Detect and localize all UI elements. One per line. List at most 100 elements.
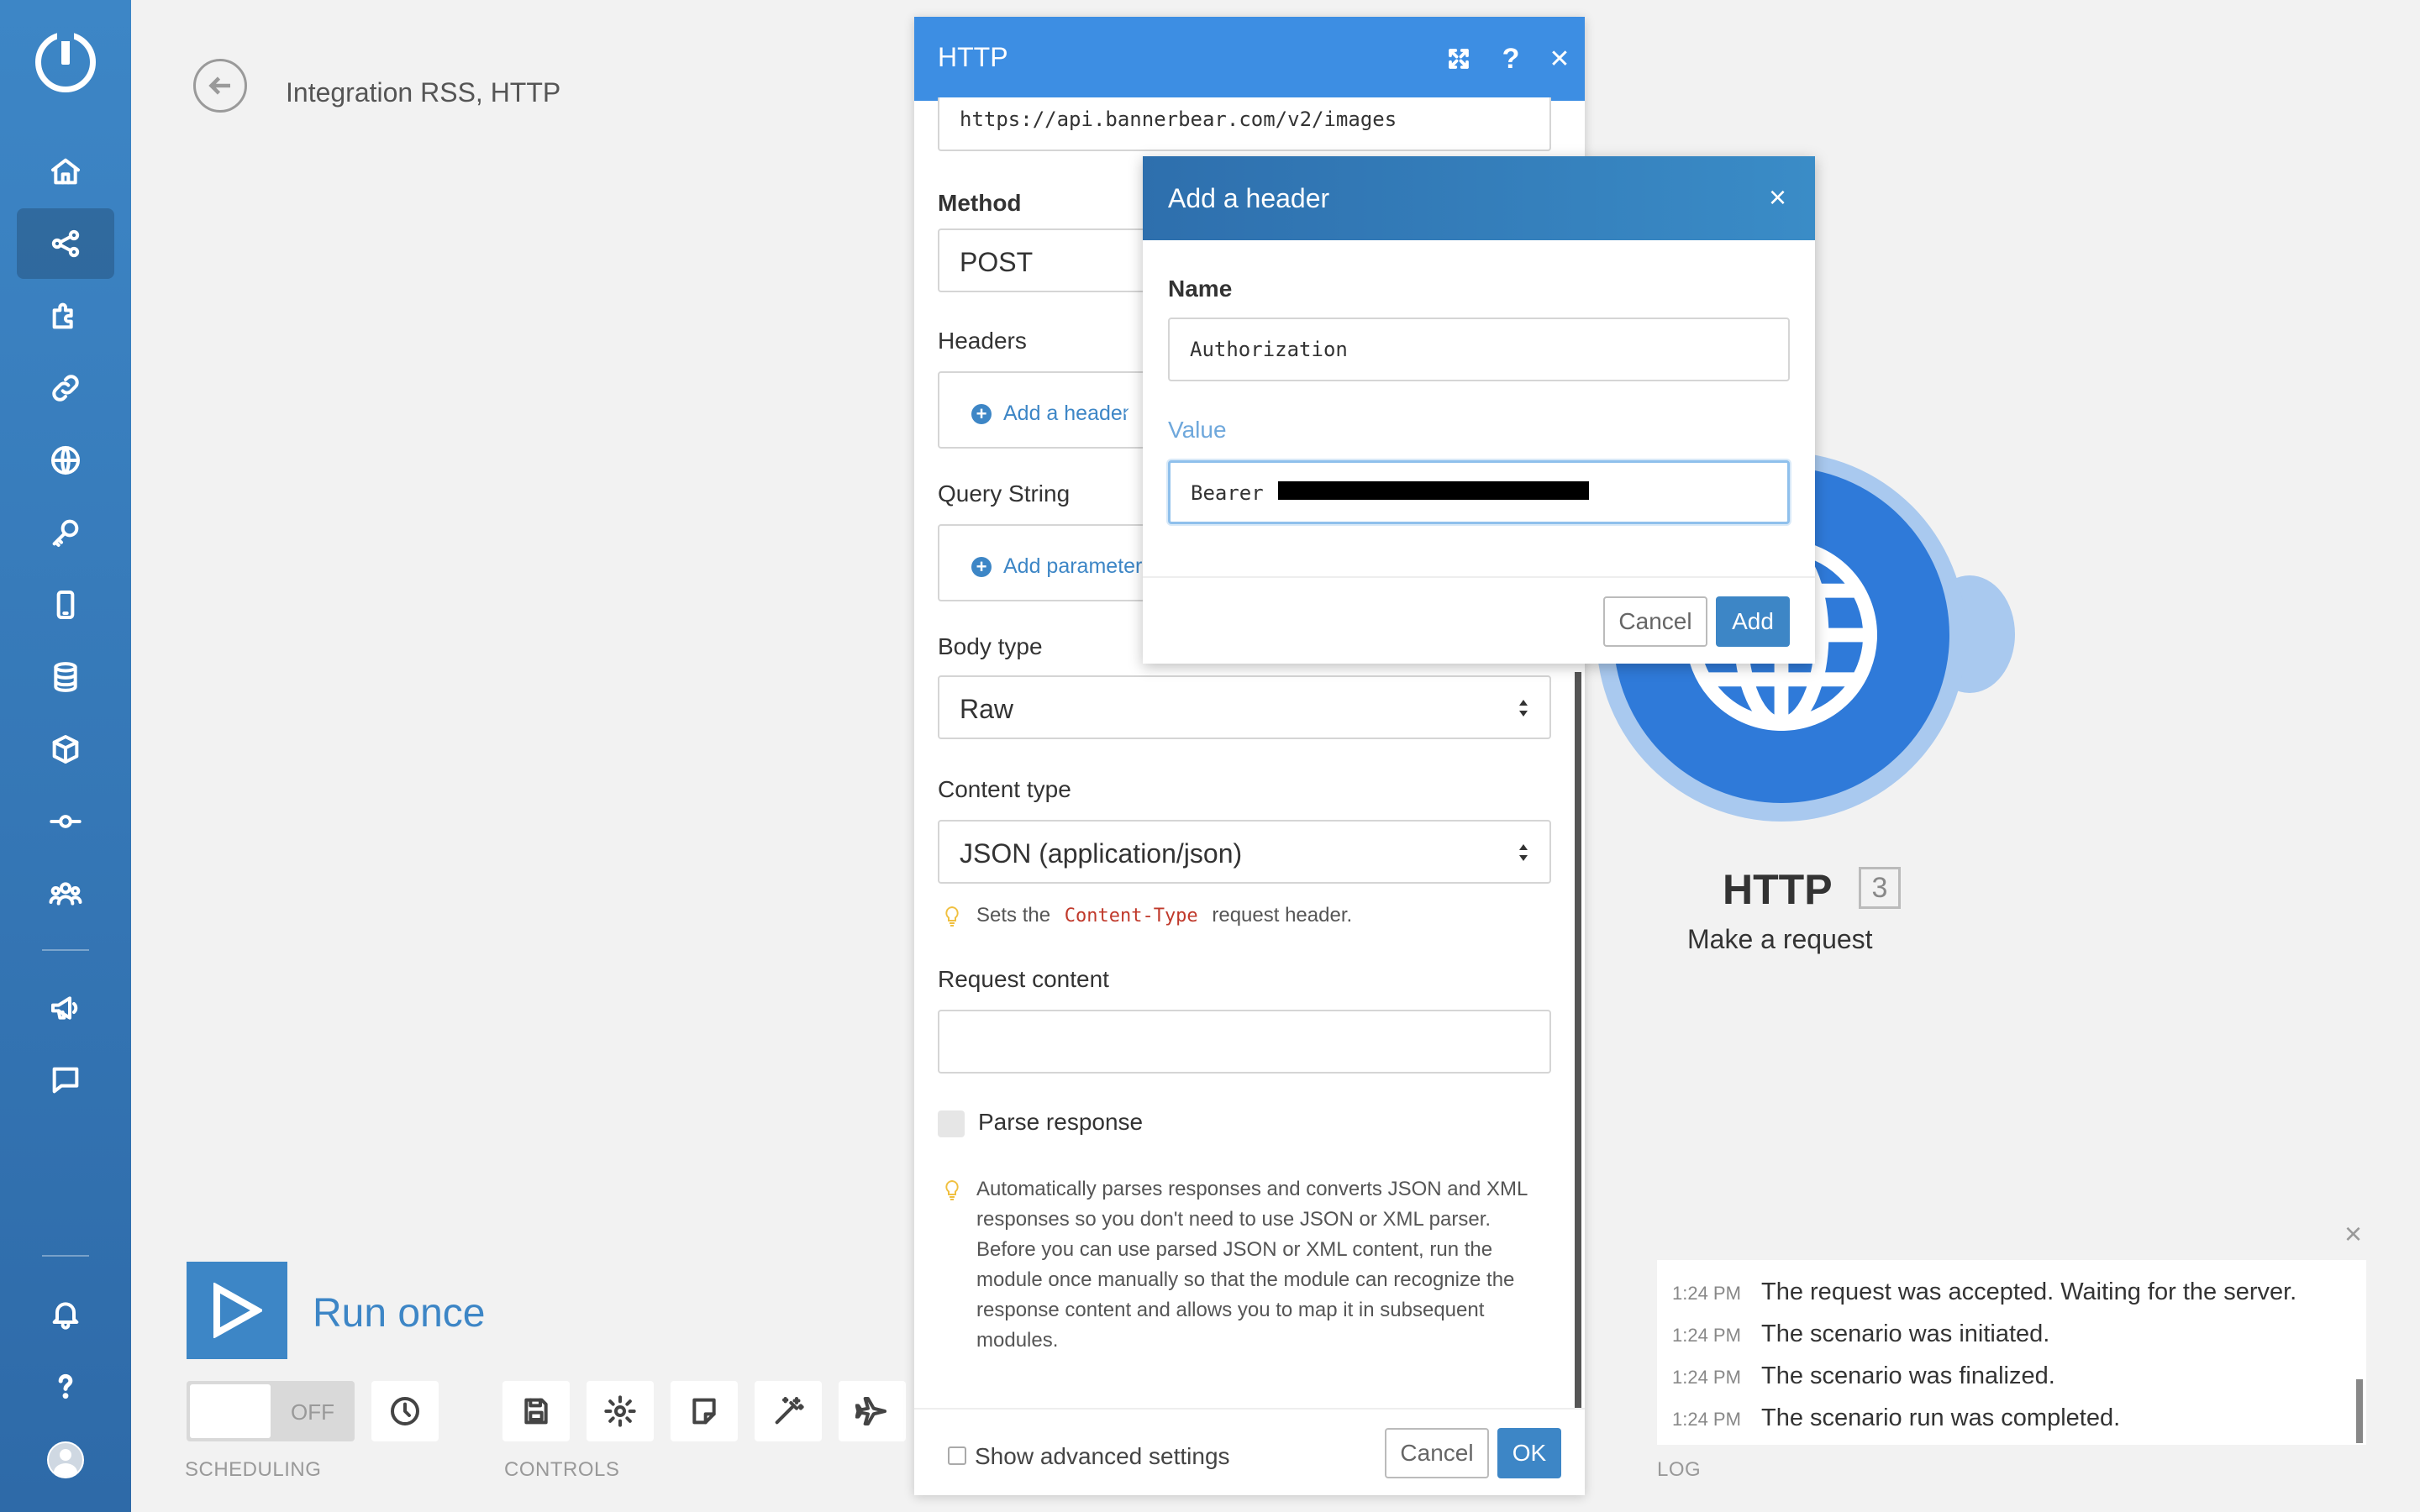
body-type-label: Body type [938, 633, 1043, 659]
controls-label: CONTROLS [504, 1458, 620, 1481]
log-message: The scenario was finalized. [1761, 1362, 2055, 1389]
add-header-title: Add a header [1168, 183, 1330, 213]
plus-circle-icon: + [971, 556, 992, 577]
log-entry: 1:24 PM The scenario run was completed. [1672, 1404, 2120, 1432]
header-value-label: Value [1168, 417, 1227, 443]
add-header-dialog-header: Add a header × [1143, 156, 1815, 240]
parse-response-label: Parse response [978, 1109, 1144, 1135]
cancel-button[interactable]: Cancel [1385, 1428, 1489, 1478]
url-input[interactable]: https://api.bannerbear.com/v2/images [938, 97, 1551, 151]
parse-response-hint: Automatically parses responses and conve… [938, 1174, 1551, 1356]
scheduling-toggle[interactable]: OFF [187, 1381, 355, 1441]
body-type-select[interactable]: Raw [938, 675, 1551, 739]
log-time: 1:24 PM [1672, 1283, 1741, 1304]
header-value-prefix: Bearer [1191, 481, 1264, 505]
share-icon[interactable] [17, 208, 114, 279]
log-message: The scenario was initiated. [1761, 1320, 2050, 1347]
log-close-icon[interactable]: × [2344, 1216, 2362, 1252]
redacted-token [1278, 481, 1589, 500]
log-scrollbar[interactable] [2356, 1379, 2363, 1443]
hint-text-post: request header. [1212, 904, 1353, 927]
log-time: 1:24 PM [1672, 1325, 1741, 1346]
puzzle-icon[interactable] [17, 281, 114, 351]
scheduling-label: SCHEDULING [185, 1458, 322, 1481]
notes-button[interactable] [671, 1381, 738, 1441]
parse-response-checkbox[interactable] [938, 1110, 965, 1137]
auto-align-button[interactable] [755, 1381, 822, 1441]
home-icon[interactable] [17, 136, 114, 207]
bell-icon[interactable] [17, 1278, 114, 1349]
sidebar-divider [42, 1255, 89, 1257]
sidebar [0, 0, 131, 1512]
add-parameter-link[interactable]: + Add parameter [971, 554, 1142, 579]
key-icon[interactable] [17, 497, 114, 568]
select-arrows-icon [1519, 700, 1528, 717]
help-icon[interactable]: ? [1492, 40, 1529, 77]
link-icon[interactable] [17, 353, 114, 423]
dialog-footer: Show advanced settings Cancel OK [914, 1408, 1585, 1495]
header-name-input[interactable]: Authorization [1168, 318, 1790, 381]
add-header-link[interactable]: + Add a header [971, 402, 1129, 426]
url-value: https://api.bannerbear.com/v2/images [960, 108, 1397, 131]
header-cancel-button[interactable]: Cancel [1603, 596, 1707, 647]
close-icon[interactable]: × [1769, 180, 1786, 215]
header-value-input[interactable]: Bearer [1168, 460, 1790, 524]
settings-button[interactable] [587, 1381, 654, 1441]
log-message: The request was accepted. Waiting for th… [1761, 1278, 2297, 1305]
mobile-icon[interactable] [17, 570, 114, 640]
log-time: 1:24 PM [1672, 1409, 1741, 1430]
select-arrows-icon [1519, 844, 1528, 861]
dialog-scrollbar[interactable] [1575, 672, 1581, 1428]
popover-pointer [1124, 395, 1143, 432]
log-entry: 1:24 PM The request was accepted. Waitin… [1672, 1278, 2296, 1306]
advanced-settings-checkbox[interactable] [948, 1446, 966, 1465]
request-content-input[interactable] [938, 1010, 1551, 1074]
help-icon[interactable] [17, 1351, 114, 1421]
header-name-value: Authorization [1190, 338, 1348, 361]
ok-button[interactable]: OK [1497, 1428, 1561, 1478]
method-label: Method [938, 190, 1022, 216]
arrow-left-icon [208, 76, 230, 95]
logo-icon[interactable] [35, 29, 96, 92]
lightbulb-icon [945, 906, 959, 927]
floppy-icon [524, 1398, 548, 1425]
toggle-knob [190, 1384, 271, 1438]
log-panel[interactable]: 1:24 PM The request was accepted. Waitin… [1657, 1260, 2366, 1445]
database-icon[interactable] [17, 642, 114, 712]
request-content-label: Request content [938, 966, 1109, 992]
content-type-select[interactable]: JSON (application/json) [938, 820, 1551, 884]
add-header-label: Add a header [1003, 402, 1130, 425]
dialog-header: HTTP ? ✕ [914, 17, 1585, 101]
avatar[interactable] [47, 1441, 84, 1478]
play-icon [213, 1283, 262, 1338]
close-icon[interactable]: ✕ [1541, 40, 1578, 77]
sidebar-divider [42, 949, 89, 951]
expand-icon[interactable] [1440, 40, 1477, 77]
dialog-divider [1143, 576, 1815, 578]
back-button[interactable] [193, 59, 247, 113]
header-add-button[interactable]: Add [1716, 596, 1790, 647]
chat-icon[interactable] [17, 1045, 114, 1116]
headers-label: Headers [938, 328, 1027, 354]
dialog-title: HTTP [938, 42, 1008, 72]
parse-hint-text: Automatically parses responses and conve… [976, 1178, 1528, 1352]
globe-icon[interactable] [17, 425, 114, 496]
commit-icon[interactable] [17, 786, 114, 857]
run-once-label[interactable]: Run once [313, 1290, 485, 1336]
save-button[interactable] [502, 1381, 570, 1441]
node-badge: 3 [1859, 867, 1901, 909]
content-type-value: JSON (application/json) [960, 838, 1243, 869]
schedule-clock-button[interactable] [371, 1381, 439, 1441]
explain-flow-button[interactable] [839, 1381, 906, 1441]
header-name-label: Name [1168, 276, 1233, 302]
log-message: The scenario run was completed. [1761, 1404, 2121, 1431]
query-string-label: Query String [938, 480, 1071, 507]
team-icon[interactable] [17, 858, 114, 929]
cube-icon[interactable] [17, 714, 114, 785]
lightbulb-icon [945, 1179, 959, 1200]
hint-text-pre: Sets the [976, 904, 1051, 927]
add-parameter-label: Add parameter [1003, 554, 1143, 578]
advanced-settings-label[interactable]: Show advanced settings [975, 1443, 1230, 1470]
run-once-button[interactable] [187, 1262, 287, 1359]
megaphone-icon[interactable] [17, 973, 114, 1043]
